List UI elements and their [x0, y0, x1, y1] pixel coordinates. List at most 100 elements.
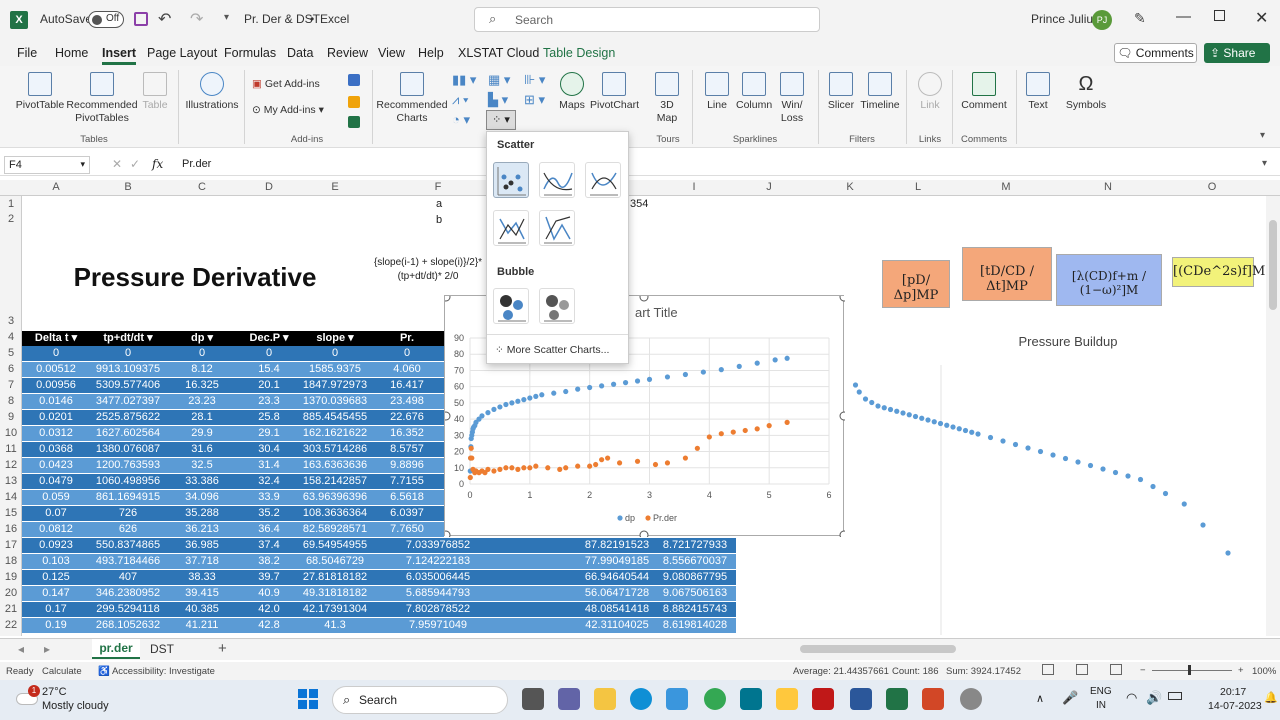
formula-image-td[interactable]: [tD/CD / Δt]MP [962, 247, 1052, 301]
table-cell[interactable]: 32.4 [238, 474, 300, 489]
table-cell[interactable]: 7.802878522 [370, 602, 506, 617]
notification-bell-icon[interactable]: 🔔 [1264, 691, 1278, 704]
table-cell[interactable]: 9.080867795 [654, 570, 736, 585]
mcafee-icon[interactable] [812, 688, 834, 710]
enter-formula-icon[interactable]: ✓ [130, 157, 140, 171]
table-cell[interactable]: 3477.027397 [90, 394, 166, 409]
th-tp-dt[interactable]: tp+dt/dt ▾ [90, 331, 166, 346]
table-cell[interactable]: 0.0146 [22, 394, 90, 409]
table-cell[interactable]: 41.3 [300, 618, 370, 633]
table-cell[interactable]: 33.9 [238, 490, 300, 505]
table-cell[interactable]: 31.4 [238, 458, 300, 473]
col-header-l[interactable]: L [876, 181, 960, 193]
column-chart-icon[interactable]: ▮▮ ▾ [452, 72, 476, 88]
waterfall-chart-icon[interactable]: ⊪ ▾ [524, 72, 545, 88]
chrome-icon[interactable] [704, 688, 726, 710]
table-cell[interactable]: 626 [90, 522, 166, 537]
table-cell[interactable]: 34.096 [166, 490, 238, 505]
table-cell[interactable]: 66.94640544 [580, 570, 654, 585]
table-cell[interactable]: 4.060 [370, 362, 444, 377]
table-cell[interactable]: 0 [238, 346, 300, 361]
avatar[interactable]: PJ [1092, 10, 1112, 30]
pivotchart-button[interactable]: PivotChart [590, 72, 639, 112]
table-cell[interactable]: 0.103 [22, 554, 90, 569]
table-cell[interactable]: 0.0312 [22, 426, 90, 441]
table-cell[interactable]: 32.5 [166, 458, 238, 473]
tab-data[interactable]: Data [287, 46, 313, 60]
save-icon[interactable] [134, 12, 148, 26]
table-cell[interactable]: 28.1 [166, 410, 238, 425]
start-button[interactable] [298, 689, 318, 709]
tab-insert[interactable]: Insert [102, 46, 137, 65]
table-cell[interactable]: 41.211 [166, 618, 238, 633]
table-cell[interactable]: 0.00956 [22, 378, 90, 393]
table-cell[interactable]: 0.059 [22, 490, 90, 505]
task-view-icon[interactable] [522, 688, 544, 710]
table-cell[interactable]: 25.8 [238, 410, 300, 425]
table-cell[interactable]: 6.0397 [370, 506, 444, 521]
zoom-out-icon[interactable]: − [1140, 665, 1146, 676]
pen-icon[interactable]: ✎ [1134, 10, 1146, 27]
pivottable-button[interactable]: PivotTable [14, 72, 66, 112]
row-header-6[interactable]: 6 [0, 363, 22, 375]
table-cell[interactable]: 7.124222183 [370, 554, 506, 569]
table-cell[interactable]: 1627.602564 [90, 426, 166, 441]
tab-table-design[interactable]: Table Design [543, 46, 615, 60]
symbols-button[interactable]: Ω Symbols [1064, 72, 1108, 112]
mysql-icon[interactable] [740, 688, 762, 710]
row-header-14[interactable]: 14 [0, 491, 22, 503]
link-button[interactable]: Link [914, 72, 946, 112]
cell-h1[interactable]: 354 [630, 198, 648, 210]
table-cell[interactable]: 0.0479 [22, 474, 90, 489]
maps-button[interactable]: Maps [556, 72, 588, 112]
table-cell[interactable]: 0.147 [22, 586, 90, 601]
table-cell[interactable]: 268.1052632 [90, 618, 166, 633]
table-cell[interactable]: 37.4 [238, 538, 300, 553]
table-cell[interactable]: 42.8 [238, 618, 300, 633]
add-sheet-icon[interactable]: + [218, 640, 227, 657]
table-cell[interactable]: 31.6 [166, 442, 238, 457]
col-header-n[interactable]: N [1052, 181, 1164, 193]
table-cell[interactable]: 82.58928571 [300, 522, 370, 537]
taskbar-search[interactable]: ⌕ Search [332, 686, 508, 714]
formula-input[interactable]: Pr.der [182, 158, 211, 170]
more-scatter-charts-item[interactable]: ⁘ More Scatter Charts... [495, 344, 609, 356]
table-cell[interactable]: 162.1621622 [300, 426, 370, 441]
next-sheet-icon[interactable]: ▸ [44, 642, 50, 656]
sheet-tab-prder[interactable]: pr.der [92, 639, 140, 659]
tab-xlstat[interactable]: XLSTAT Cloud [458, 46, 539, 60]
table-cell[interactable]: 29.9 [166, 426, 238, 441]
table-cell[interactable]: 158.2142857 [300, 474, 370, 489]
table-cell[interactable]: 22.676 [370, 410, 444, 425]
file-explorer-icon[interactable] [594, 688, 616, 710]
tab-view[interactable]: View [378, 46, 405, 60]
table-cell[interactable]: 0.00512 [22, 362, 90, 377]
table-cell[interactable]: 20.1 [238, 378, 300, 393]
search-box[interactable]: ⌕ Search [474, 7, 820, 32]
tab-home[interactable]: Home [55, 46, 88, 60]
table-cell[interactable]: 1380.076087 [90, 442, 166, 457]
zoom-slider[interactable] [1152, 665, 1232, 675]
minimize-icon[interactable]: — [1176, 8, 1191, 25]
table-cell[interactable]: 0.07 [22, 506, 90, 521]
table-cell[interactable]: 40.385 [166, 602, 238, 617]
row-header-21[interactable]: 21 [0, 603, 22, 615]
row-header-3[interactable]: 3 [0, 315, 22, 327]
autosave-toggle[interactable]: Off [88, 11, 124, 28]
combo-chart-icon[interactable]: ⊞ ▾ [524, 92, 545, 108]
scatter-straight-lines-icon[interactable] [539, 210, 575, 246]
col-header-m[interactable]: M [960, 181, 1052, 193]
cell-f2[interactable]: b [436, 214, 442, 226]
powerpoint-icon[interactable] [922, 688, 944, 710]
table-cell[interactable]: 861.1694915 [90, 490, 166, 505]
table-cell[interactable]: 42.31104025 [580, 618, 654, 633]
table-cell[interactable]: 108.3636364 [300, 506, 370, 521]
cancel-formula-icon[interactable]: ✕ [112, 157, 122, 171]
table-cell[interactable]: 23.498 [370, 394, 444, 409]
pie-chart-icon[interactable]: ◔ ▾ [452, 112, 470, 128]
clock-date[interactable]: 14-07-2023 [1208, 700, 1262, 712]
tab-help[interactable]: Help [418, 46, 444, 60]
table-button[interactable]: Table [140, 72, 170, 112]
excel-taskbar-icon[interactable] [886, 688, 908, 710]
edge-icon[interactable] [630, 688, 652, 710]
